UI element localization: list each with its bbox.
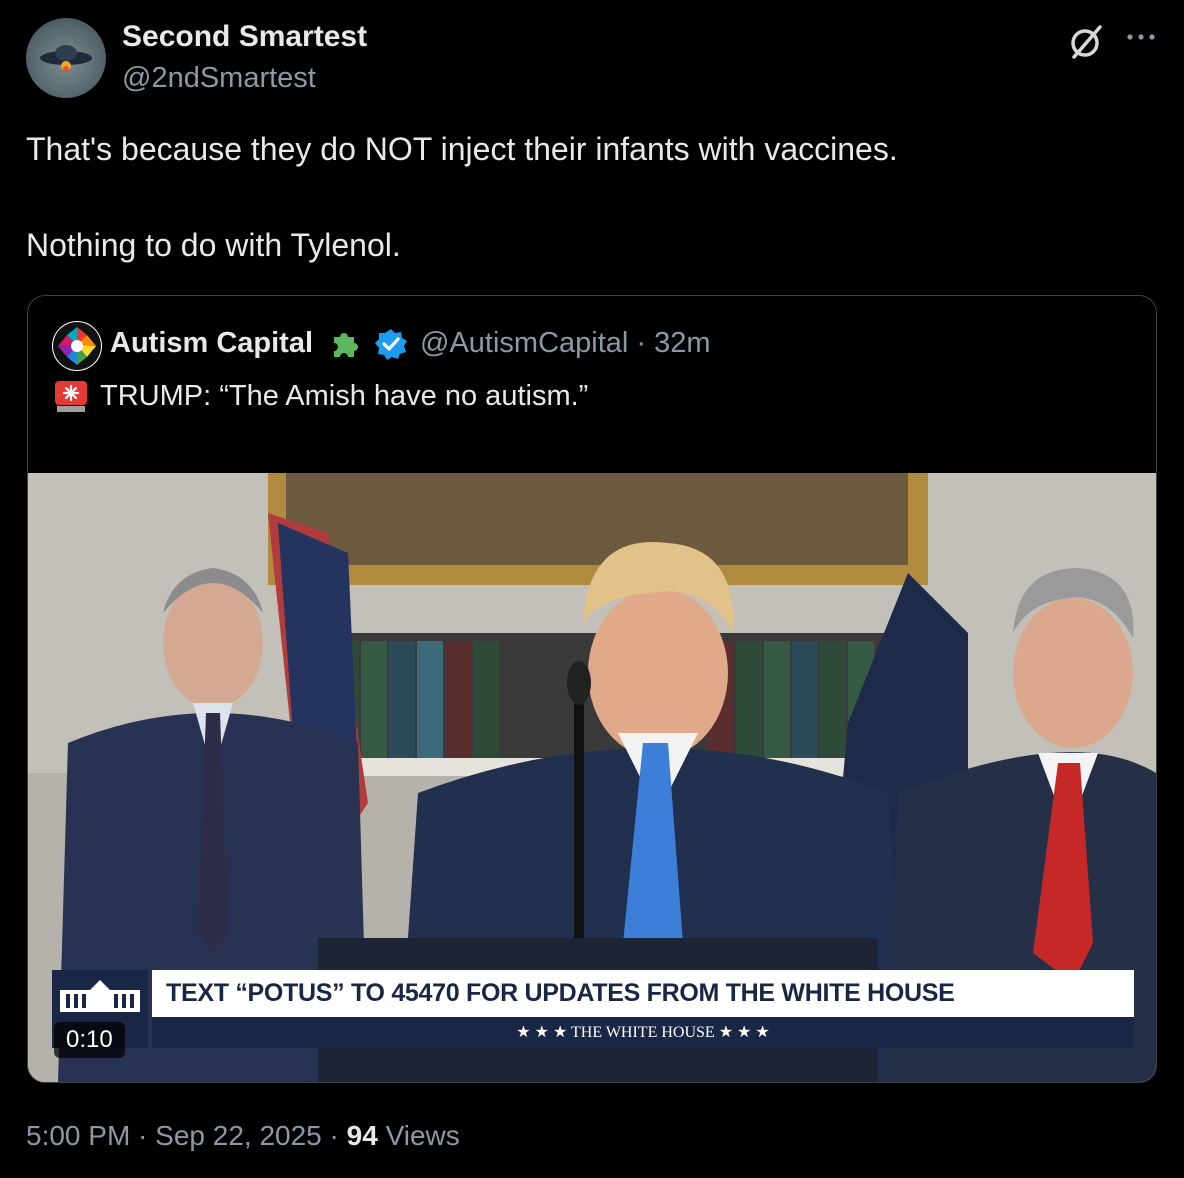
quoted-tweet-text: TRUMP: “The Amish have no autism.” xyxy=(100,380,589,412)
ufo-avatar-image xyxy=(40,45,92,72)
author-name[interactable]: Second Smartest xyxy=(122,20,367,54)
puzzle-piece-icon xyxy=(328,327,362,361)
author-avatar[interactable] xyxy=(26,18,106,98)
siren-icon xyxy=(52,378,90,414)
verified-badge-icon xyxy=(374,327,408,361)
news-chyron: TEXT “POTUS” TO 45470 FOR UPDATES FROM T… xyxy=(152,970,1134,1048)
grok-icon[interactable] xyxy=(1066,22,1106,62)
video-player[interactable]: TEXT “POTUS” TO 45470 FOR UPDATES FROM T… xyxy=(28,473,1156,1082)
more-icon[interactable] xyxy=(1124,22,1158,52)
rainbow-puzzle-avatar-image xyxy=(53,322,101,370)
views-label: Views xyxy=(377,1120,460,1151)
quoted-tweet-card[interactable]: Autism Capital @AutismCapital · 32m TRUM… xyxy=(27,295,1157,1083)
tweet-metadata: 5:00 PM · Sep 22, 2025 · 94 Views xyxy=(26,1120,460,1152)
video-duration: 0:10 xyxy=(54,1022,125,1058)
chyron-headline: TEXT “POTUS” TO 45470 FOR UPDATES FROM T… xyxy=(152,970,1134,1017)
views-count: 94 xyxy=(346,1120,378,1151)
tweet-timestamp[interactable]: 5:00 PM · Sep 22, 2025 · xyxy=(26,1120,347,1151)
author-handle[interactable]: @2ndSmartest xyxy=(122,62,316,95)
quoted-author-avatar[interactable] xyxy=(52,321,102,371)
chyron-subtitle: ★ ★ ★ THE WHITE HOUSE ★ ★ ★ xyxy=(516,1024,770,1041)
quoted-author-handle-and-time[interactable]: @AutismCapital · 32m xyxy=(420,327,711,360)
quoted-author-name[interactable]: Autism Capital xyxy=(110,327,313,360)
tweet-text-line-2: Nothing to do with Tylenol. xyxy=(26,227,401,263)
tweet-text-line-1: That's because they do NOT inject their … xyxy=(26,131,898,167)
